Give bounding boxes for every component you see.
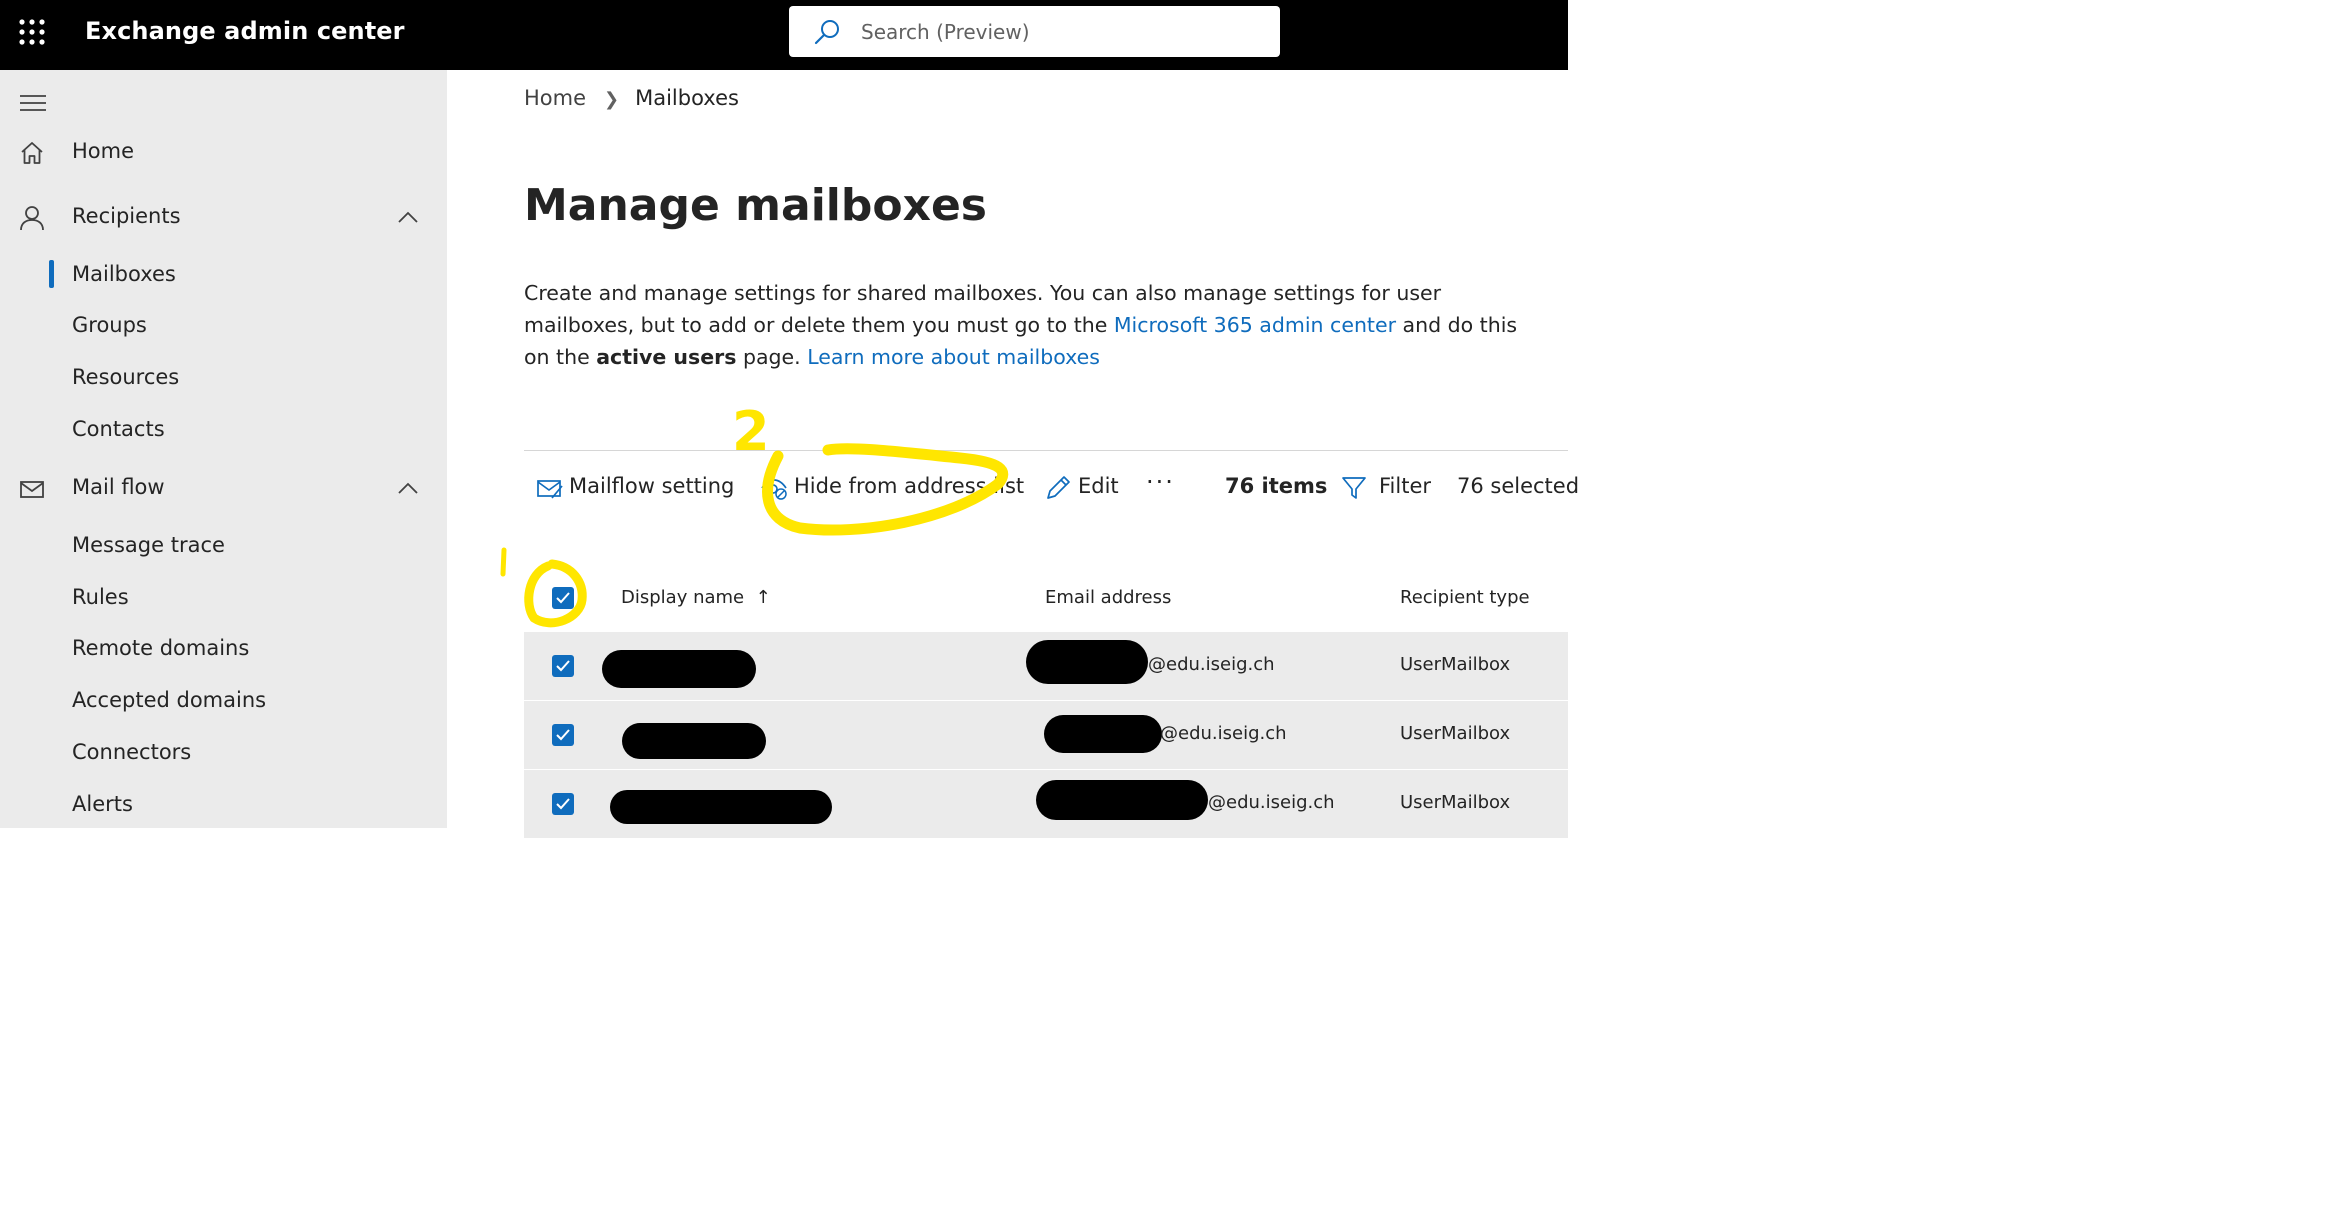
redacted-name: [610, 790, 832, 824]
search-input[interactable]: [859, 14, 1263, 50]
more-icon: ···: [1146, 468, 1175, 496]
button-label: Filter: [1379, 474, 1432, 498]
sidebar-item-label: Groups: [72, 313, 147, 337]
sidebar-item-label: Alerts: [72, 792, 133, 816]
sidebar-item-recipients[interactable]: Recipients: [0, 195, 447, 239]
page-title: Manage mailboxes: [524, 180, 987, 231]
email-suffix: @edu.iseig.ch: [1208, 792, 1335, 813]
email-suffix: @edu.iseig.ch: [1148, 654, 1275, 675]
sidebar-item-resources[interactable]: Resources: [0, 359, 447, 399]
sidebar-item-label: Contacts: [72, 417, 165, 441]
search-icon: [814, 20, 839, 45]
hamburger-menu-icon[interactable]: [20, 94, 46, 112]
app-launcher-icon[interactable]: [19, 19, 45, 45]
redacted-email: [1036, 780, 1208, 820]
column-header-display-name[interactable]: Display name ↑: [621, 587, 771, 608]
app-title: Exchange admin center: [85, 17, 405, 45]
sidebar-item-connectors[interactable]: Connectors: [0, 734, 447, 774]
divider: [524, 450, 1568, 451]
items-count: 76 items: [1225, 474, 1328, 498]
row-checkbox[interactable]: [552, 793, 574, 815]
filter-icon: [1342, 477, 1366, 499]
sidebar-item-label: Message trace: [72, 533, 225, 557]
eye-hide-icon: [761, 479, 787, 500]
redacted-name: [622, 723, 766, 759]
row-checkbox[interactable]: [552, 655, 574, 677]
email-suffix: @edu.iseig.ch: [1160, 723, 1287, 744]
sidebar-item-mail-flow[interactable]: Mail flow: [0, 466, 447, 510]
command-bar: Mailflow setting Hide from address list …: [524, 462, 1579, 514]
active-indicator: [49, 260, 54, 288]
sidebar-item-remote-domains[interactable]: Remote domains: [0, 630, 447, 670]
sidebar: Home Recipients Mailboxes Groups Resourc…: [0, 70, 447, 828]
recipient-type: UserMailbox: [1400, 792, 1511, 813]
chevron-up-icon[interactable]: [396, 478, 420, 498]
redacted-name: [602, 650, 756, 688]
breadcrumb: Home ❯ Mailboxes: [524, 86, 739, 110]
redacted-email: [1044, 715, 1162, 753]
sidebar-item-rules[interactable]: Rules: [0, 579, 447, 619]
select-all-checkbox[interactable]: [552, 587, 574, 609]
search-box[interactable]: [789, 6, 1280, 57]
table-row[interactable]: @edu.iseig.ch UserMailbox: [524, 701, 1568, 770]
column-header-email[interactable]: Email address: [1045, 587, 1171, 608]
redacted-email: [1026, 640, 1148, 684]
annotation-step-label: 2: [732, 400, 770, 463]
sidebar-item-contacts[interactable]: Contacts: [0, 411, 447, 451]
mail-settings-icon: [537, 480, 563, 499]
checkmark-icon: [556, 592, 570, 604]
description-text: page.: [736, 345, 808, 369]
sidebar-item-label: Resources: [72, 365, 180, 389]
sidebar-item-mailboxes[interactable]: Mailboxes: [0, 256, 447, 296]
chevron-right-icon: ❯: [604, 89, 620, 110]
selected-count: 76 selected: [1457, 474, 1580, 498]
sidebar-item-label: Connectors: [72, 740, 192, 764]
button-label: Mailflow setting: [569, 474, 735, 498]
checkmark-icon: [556, 660, 570, 672]
sidebar-item-accepted-domains[interactable]: Accepted domains: [0, 682, 447, 722]
column-label: Display name: [621, 587, 745, 608]
chevron-up-icon[interactable]: [396, 207, 420, 227]
more-actions-button[interactable]: ···: [1146, 462, 1182, 514]
sidebar-item-message-trace[interactable]: Message trace: [0, 527, 447, 567]
description-bold-text: active users: [596, 345, 737, 369]
hide-from-address-list-button[interactable]: Hide from address list: [760, 462, 1025, 514]
home-icon: [21, 142, 43, 164]
edit-button[interactable]: Edit: [1044, 462, 1124, 514]
filter-button[interactable]: Filter: [1340, 462, 1432, 514]
pencil-icon: [1047, 476, 1070, 499]
button-label: Edit: [1078, 474, 1119, 498]
mail-icon: [20, 481, 44, 498]
column-header-recipient-type[interactable]: Recipient type: [1400, 587, 1530, 608]
mailflow-setting-button[interactable]: Mailflow setting: [536, 462, 748, 514]
learn-more-mailboxes-link[interactable]: Learn more about mailboxes: [807, 345, 1100, 369]
top-bar: Exchange admin center: [0, 0, 1568, 70]
sidebar-item-label: Remote domains: [72, 636, 250, 660]
sidebar-item-label: Rules: [72, 585, 129, 609]
table-row[interactable]: @edu.iseig.ch UserMailbox: [524, 770, 1568, 839]
checkmark-icon: [556, 729, 570, 741]
table-header: Display name ↑ Email address Recipient t…: [524, 572, 1568, 628]
sidebar-item-label: Mail flow: [72, 475, 165, 499]
sidebar-item-home[interactable]: Home: [0, 130, 447, 174]
sidebar-item-label: Home: [72, 139, 135, 163]
sidebar-item-groups[interactable]: Groups: [0, 307, 447, 347]
breadcrumb-current: Mailboxes: [635, 86, 739, 110]
button-label: Hide from address list: [794, 474, 1025, 498]
sidebar-item-label: Accepted domains: [72, 688, 267, 712]
recipient-type: UserMailbox: [1400, 654, 1511, 675]
sidebar-item-label: Mailboxes: [72, 262, 176, 286]
m365-admin-center-link[interactable]: Microsoft 365 admin center: [1114, 313, 1396, 337]
sort-ascending-icon: ↑: [755, 587, 771, 608]
person-icon: [20, 206, 44, 231]
page-description: Create and manage settings for shared ma…: [524, 277, 1544, 373]
breadcrumb-home-link[interactable]: Home: [524, 86, 586, 110]
checkmark-icon: [556, 798, 570, 810]
recipient-type: UserMailbox: [1400, 723, 1511, 744]
sidebar-item-alerts[interactable]: Alerts: [0, 786, 447, 826]
sidebar-item-label: Recipients: [72, 204, 181, 228]
table-row[interactable]: @edu.iseig.ch UserMailbox: [524, 632, 1568, 701]
row-checkbox[interactable]: [552, 724, 574, 746]
annotation-tick-mark: [500, 547, 507, 577]
